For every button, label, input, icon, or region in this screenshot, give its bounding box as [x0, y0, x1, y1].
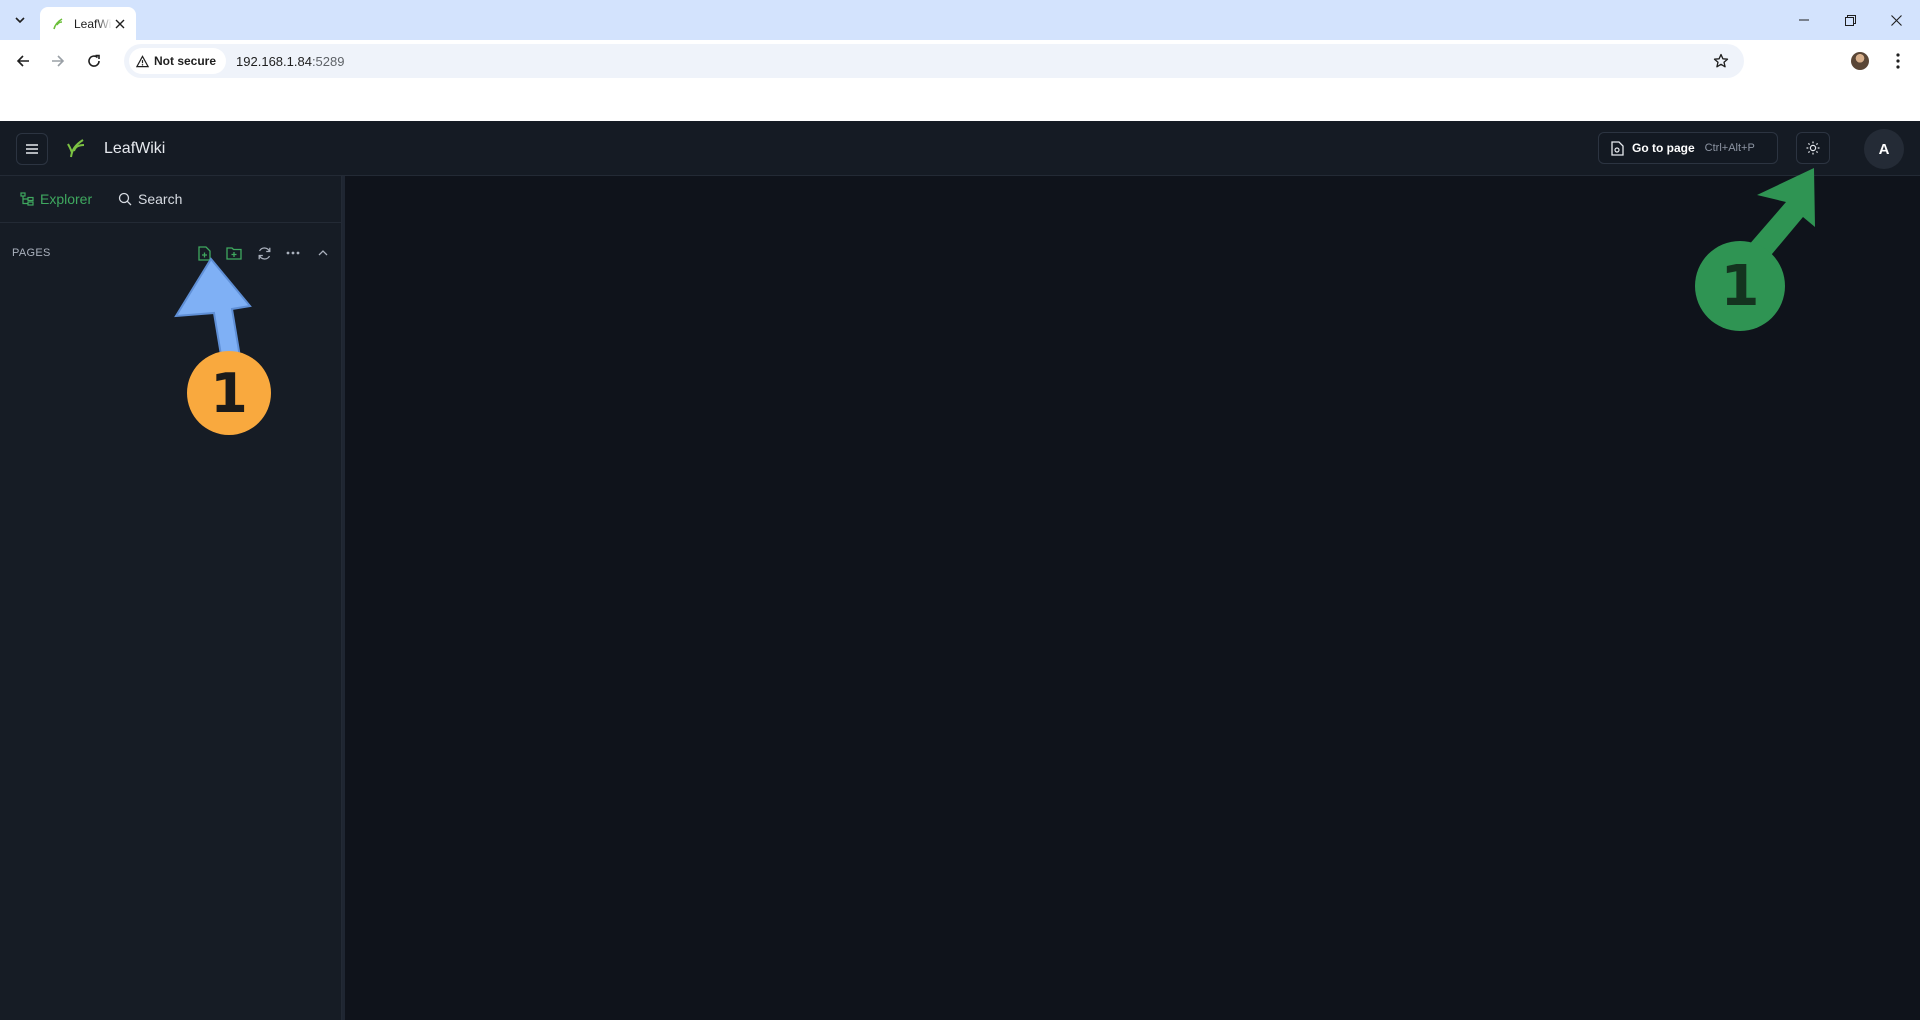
url-port: :5289	[311, 53, 345, 69]
new-folder-icon	[226, 247, 242, 260]
tab-title: LeafWiki	[74, 16, 112, 31]
bookmarks-bar-area	[0, 82, 1920, 121]
address-bar[interactable]: Not secure 192.168.1.84:5289	[124, 44, 1744, 78]
reload-button[interactable]	[78, 45, 110, 77]
theme-toggle-button[interactable]	[1796, 132, 1830, 164]
close-window-button[interactable]	[1873, 0, 1919, 40]
go-to-page-button[interactable]: Go to page Ctrl+Alt+P	[1598, 132, 1778, 164]
minimize-icon	[1799, 19, 1809, 21]
browser-toolbar: Not secure 192.168.1.84:5289	[0, 40, 1920, 82]
restore-button[interactable]	[1827, 0, 1873, 40]
url-host: 192.168.1.84	[236, 53, 312, 69]
close-icon	[1890, 14, 1902, 26]
profile-avatar[interactable]	[1851, 52, 1869, 70]
app-header: LeafWiki Go to page Ctrl+Alt+P A	[0, 121, 1920, 176]
minimize-button[interactable]	[1781, 0, 1827, 40]
arrow-right-icon	[52, 55, 65, 67]
tab-explorer[interactable]: Explorer	[20, 191, 92, 207]
more-actions-button[interactable]	[281, 241, 305, 265]
user-avatar[interactable]: A	[1864, 129, 1904, 169]
kebab-menu-icon	[1896, 53, 1900, 69]
new-folder-button[interactable]	[222, 241, 246, 265]
browser-menu-button[interactable]	[1886, 49, 1910, 73]
restore-icon	[1844, 14, 1856, 26]
tab-explorer-label: Explorer	[40, 191, 93, 207]
bookmark-star-icon[interactable]	[1712, 52, 1730, 70]
back-button[interactable]	[7, 45, 39, 77]
forward-button[interactable]	[42, 45, 74, 77]
step-badge-orange: 1	[187, 351, 271, 435]
file-search-icon	[1611, 140, 1624, 156]
go-to-page-label: Go to page	[1632, 141, 1695, 155]
arrow-left-icon	[16, 55, 29, 67]
menu-toggle-button[interactable]	[16, 133, 48, 165]
sun-icon	[1806, 141, 1820, 155]
pages-section-label: PAGES	[12, 247, 51, 259]
warning-icon	[136, 54, 149, 67]
new-page-button[interactable]	[192, 241, 216, 265]
new-page-icon	[197, 245, 211, 261]
tab-search-label: Search	[138, 191, 183, 207]
url-text: 192.168.1.84:5289	[236, 54, 344, 69]
step-badge-green: 1	[1695, 241, 1785, 331]
security-chip-label: Not secure	[154, 54, 217, 68]
refresh-tree-button[interactable]	[252, 241, 276, 265]
tab-search-button[interactable]	[6, 8, 34, 32]
browser-tabstrip: LeafWiki	[0, 0, 1920, 40]
sidebar-tabs: Explorer Search	[0, 176, 342, 223]
leaf-logo-icon	[67, 139, 85, 158]
hamburger-icon	[26, 144, 38, 154]
leafwiki-app: LeafWiki Go to page Ctrl+Alt+P A Explore…	[0, 121, 1920, 1020]
chevron-up-icon	[318, 250, 328, 256]
close-tab-icon[interactable]	[112, 16, 128, 32]
go-to-page-shortcut: Ctrl+Alt+P	[1704, 142, 1755, 154]
tab-search[interactable]: Search	[118, 191, 182, 207]
search-icon	[118, 192, 132, 206]
app-title: LeafWiki	[104, 140, 166, 157]
more-icon	[286, 251, 300, 255]
tree-icon	[20, 192, 34, 206]
refresh-icon	[258, 246, 270, 260]
browser-tab[interactable]: LeafWiki	[40, 7, 136, 40]
reload-icon	[88, 54, 100, 67]
leaf-favicon-icon	[50, 16, 66, 32]
sidebar: Explorer Search PAGES	[0, 176, 342, 1020]
collapse-section-button[interactable]	[311, 241, 335, 265]
main-content	[345, 176, 1920, 1020]
security-chip[interactable]: Not secure	[129, 48, 227, 74]
chevron-down-icon	[15, 17, 25, 24]
